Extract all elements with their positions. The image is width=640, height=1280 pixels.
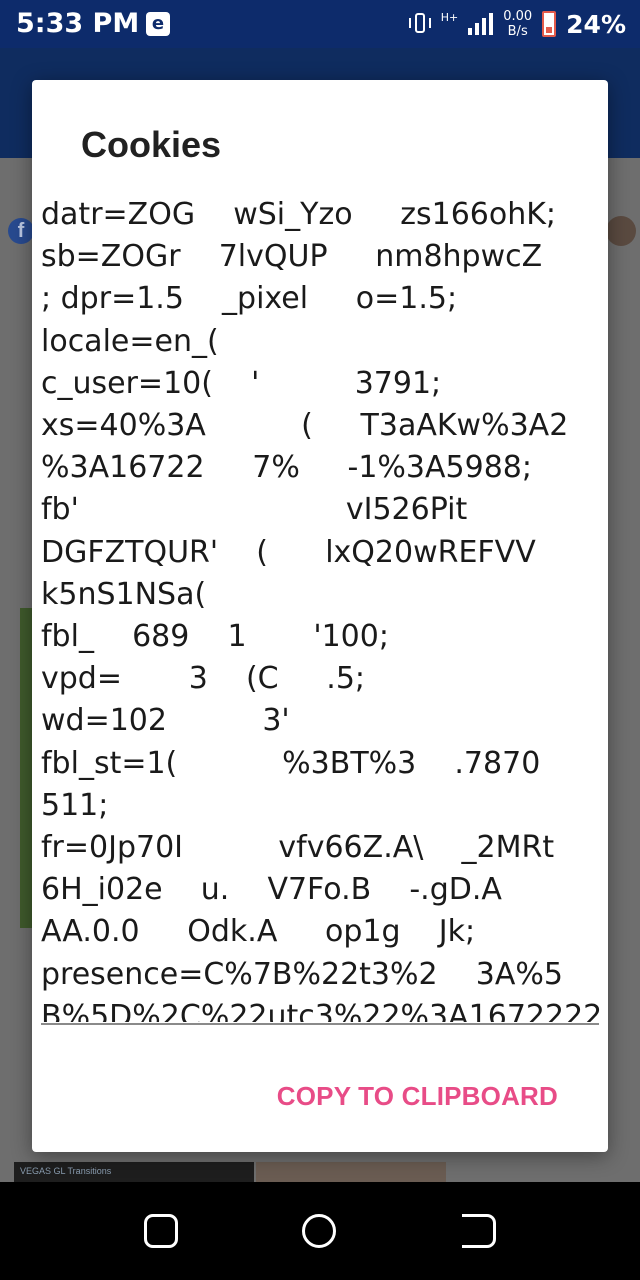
status-bar: 5:33 PM e H+ 0.00 B/s 24% <box>0 0 640 48</box>
cookie-line: fbl_st=1( %3BT%3 .7870 <box>41 745 541 781</box>
cookie-line: xs=40%3A ( T3aAKw%3A2 <box>41 408 569 444</box>
data-speed-unit: B/s <box>507 24 528 39</box>
cookie-line: datr=ZOG wSi_Yzo zs166ohK; <box>41 197 557 232</box>
cookies-dialog: Cookies datr=ZOG wSi_Yzo zs166ohK; sb=ZOG… <box>32 80 608 1152</box>
cookie-line: fb' vI526Pit <box>41 492 468 528</box>
battery-icon <box>542 11 557 37</box>
signal-icon <box>468 13 494 35</box>
back-icon[interactable] <box>462 1214 496 1248</box>
cookie-line: c_user=10( ' 3791; <box>41 365 442 401</box>
network-type: H+ <box>440 11 459 24</box>
data-speed: 0.00 B/s <box>503 9 532 39</box>
cookie-line: sb=ZOGr 7lvQUP nm8hpwcZ <box>41 239 543 275</box>
home-icon[interactable] <box>302 1214 336 1248</box>
cookie-line: wd=102 3' <box>41 703 290 739</box>
divider <box>41 1023 599 1025</box>
navigation-bar <box>0 1182 640 1280</box>
cookie-line: locale=en_( <box>41 323 219 359</box>
thumbnail-caption: VEGAS GL Transitions <box>20 1166 112 1176</box>
app-notification-icon: e <box>146 12 170 36</box>
avatar <box>606 216 636 246</box>
recent-apps-icon[interactable] <box>144 1214 178 1248</box>
cookie-line: fbl_ 689 1 '100; <box>41 619 389 655</box>
dialog-title: Cookies <box>81 124 222 165</box>
cookie-line: ; dpr=1.5 _pixel o=1.5; <box>41 281 458 317</box>
cookie-line: DGFZTQUR' ( lxQ20wREFVV <box>41 534 536 570</box>
data-speed-value: 0.00 <box>503 9 533 24</box>
cookie-line: vpd= 3 (C .5; <box>41 661 366 697</box>
vibrate-icon <box>408 11 431 37</box>
cookie-line: AA.0.0 Odk.A op1g Jk; <box>41 914 476 950</box>
cookie-line: 511; <box>41 787 109 823</box>
facebook-icon: f <box>8 218 34 244</box>
cookie-line: presence=C%7B%22t3%2 3A%5 <box>41 956 563 992</box>
cookie-text[interactable]: datr=ZOG wSi_Yzo zs166ohK; sb=ZOGr 7lvQUP… <box>41 194 601 1022</box>
cookie-line: k5nS1NSa( <box>41 576 207 612</box>
cookie-line: B%5D%2C%22utc3%22%3A1672222 <box>41 998 601 1022</box>
status-time: 5:33 PM <box>16 8 140 39</box>
cookie-line: 6H_i02e u. V7Fo.B -.gD.A <box>41 872 502 908</box>
battery-percent: 24% <box>566 9 626 39</box>
copy-to-clipboard-button[interactable]: COPY TO CLIPBOARD <box>275 1077 560 1116</box>
cookie-line: %3A16722 7% -1%3A5988; <box>41 450 532 486</box>
status-icons: H+ 0.00 B/s 24% <box>408 6 626 42</box>
cookie-line: fr=0Jp70I vfv66Z.A\ _2MRt <box>41 830 555 866</box>
